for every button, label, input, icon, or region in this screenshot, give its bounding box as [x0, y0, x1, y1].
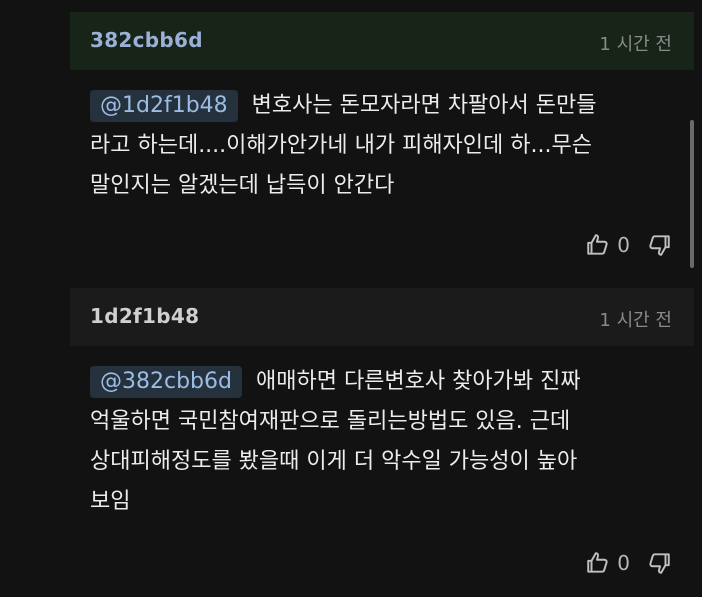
like-count: 0 [617, 551, 630, 575]
comment-author[interactable]: 1d2f1b48 [90, 304, 199, 328]
comment-line: 말인지는 알겠는데 납득이 안간다 [90, 173, 395, 198]
comment-actions: 0 [585, 550, 672, 576]
thumb-up-icon[interactable] [585, 550, 611, 576]
comment-time: 1 시간 전 [599, 310, 672, 331]
mention-link[interactable]: @1d2f1b48 [90, 90, 238, 122]
comment-header: 1d2f1b48 1 시간 전 [70, 288, 694, 346]
comment-text: 애매하면 다른변호사 찾아가봐 진짜 [255, 369, 581, 394]
comment-2: 1d2f1b48 1 시간 전 @382cbb6d 애매하면 다른변호사 찾아가봐… [70, 288, 694, 597]
comment-line: @1d2f1b48 변호사는 돈모자라면 차팔아서 돈만들 [90, 86, 690, 126]
comment-body: @382cbb6d 애매하면 다른변호사 찾아가봐 진짜 억울하면 국민참여재판으… [90, 362, 690, 522]
comment-actions: 0 [585, 232, 672, 258]
comment-header: 382cbb6d 1 시간 전 [70, 12, 694, 70]
comment-1: 382cbb6d 1 시간 전 @1d2f1b48 변호사는 돈모자라면 차팔아서… [70, 12, 694, 282]
thumb-up-icon[interactable] [585, 232, 611, 258]
comment-line: @382cbb6d 애매하면 다른변호사 찾아가봐 진짜 [90, 362, 690, 402]
thumb-down-icon[interactable] [646, 232, 672, 258]
comment-line: 상대피해정도를 봤을때 이게 더 악수일 가능성이 높아 [90, 449, 578, 474]
like-count: 0 [617, 233, 630, 257]
comment-author[interactable]: 382cbb6d [90, 28, 203, 52]
comment-time: 1 시간 전 [599, 34, 672, 55]
comment-text: 변호사는 돈모자라면 차팔아서 돈만들 [251, 93, 597, 118]
scrollbar[interactable] [690, 120, 694, 268]
thumb-down-icon[interactable] [646, 550, 672, 576]
comment-body: @1d2f1b48 변호사는 돈모자라면 차팔아서 돈만들 라고 하는데....이… [90, 86, 690, 206]
comment-thread: 382cbb6d 1 시간 전 @1d2f1b48 변호사는 돈모자라면 차팔아서… [0, 0, 702, 597]
comment-line: 라고 하는데....이해가안가네 내가 피해자인데 하...무슨 [90, 133, 592, 158]
mention-link[interactable]: @382cbb6d [90, 366, 242, 398]
comment-line: 억울하면 국민참여재판으로 돌리는방법도 있음. 근데 [90, 409, 571, 434]
comment-line: 보임 [90, 489, 131, 514]
